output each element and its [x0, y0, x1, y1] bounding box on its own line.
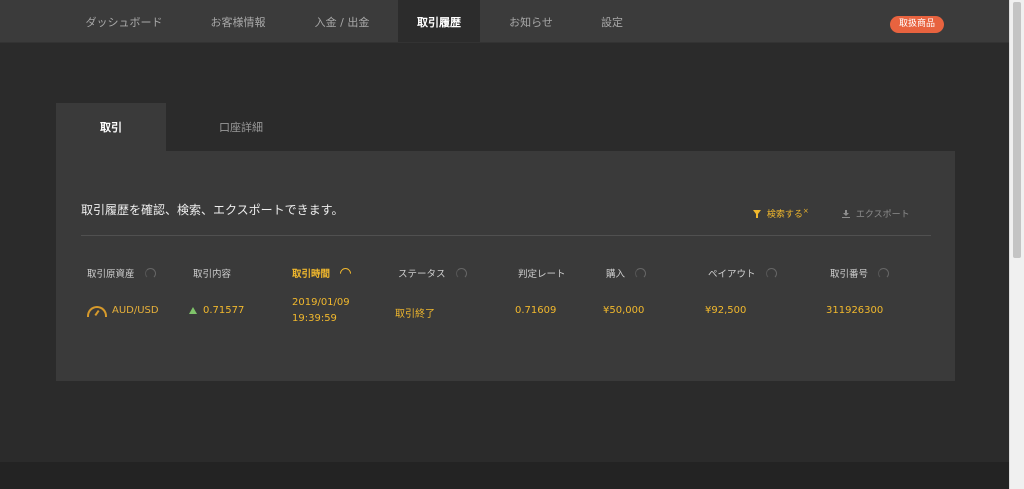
export-button[interactable]: エクスポート: [842, 207, 910, 220]
col-header-content[interactable]: 取引内容: [193, 266, 231, 280]
col-header-status[interactable]: ステータス: [398, 266, 467, 280]
search-label: 検索する: [766, 210, 803, 220]
tab-trades[interactable]: 取引: [56, 103, 166, 151]
gauge-icon: [87, 306, 107, 317]
cell-status: 取引終了: [395, 309, 435, 320]
cell-asset: AUD/USD: [112, 305, 159, 316]
nav-dashboard[interactable]: ダッシュボード: [72, 0, 176, 42]
cell-payout: ¥92,500: [705, 305, 747, 316]
panel-description: 取引履歴を確認、検索、エクスポートできます。: [81, 203, 344, 217]
cell-time-date: 2019/01/09: [292, 297, 350, 308]
footer-bar: [0, 462, 1010, 489]
nav-customer-info[interactable]: お客様情報: [196, 0, 280, 42]
export-label: エクスポート: [855, 210, 910, 220]
download-icon: [842, 210, 856, 220]
nav-notifications[interactable]: お知らせ: [496, 0, 566, 42]
cell-purchase: ¥50,000: [603, 305, 645, 316]
sort-up-icon: [337, 265, 354, 282]
products-badge-button[interactable]: 取扱商品: [890, 16, 944, 33]
search-button[interactable]: 検索する×: [753, 207, 809, 220]
up-arrow-icon: [189, 307, 197, 314]
search-clear-icon[interactable]: ×: [803, 207, 809, 215]
top-navigation: ダッシュボード お客様情報 入金 / 出金 取引履歴 お知らせ 設定 取扱商品: [0, 0, 1010, 43]
cell-trade-no: 311926300: [826, 305, 884, 316]
trade-history-panel: 取引履歴を確認、検索、エクスポートできます。 検索する× エクスポート 取引原資…: [56, 151, 955, 381]
col-header-purchase[interactable]: 購入: [606, 266, 647, 280]
sort-icon: [635, 268, 647, 279]
filter-icon: [753, 210, 767, 220]
col-header-time[interactable]: 取引時間: [292, 265, 354, 282]
scrollbar-thumb[interactable]: [1013, 2, 1021, 258]
col-header-asset[interactable]: 取引原資産: [87, 266, 156, 280]
sort-icon: [144, 268, 156, 279]
nav-deposit-withdraw[interactable]: 入金 / 出金: [300, 0, 384, 42]
cell-time-clock: 19:39:59: [292, 313, 337, 324]
vertical-scrollbar[interactable]: [1009, 0, 1024, 489]
cell-rate: 0.71609: [515, 305, 557, 316]
sort-icon: [455, 268, 467, 279]
tab-account-details[interactable]: 口座詳細: [166, 103, 316, 151]
col-header-payout[interactable]: ペイアウト: [708, 266, 777, 280]
nav-settings[interactable]: 設定: [588, 0, 636, 42]
col-header-rate[interactable]: 判定レート: [518, 266, 566, 280]
cell-content: 0.71577: [203, 305, 245, 316]
sort-icon: [765, 268, 777, 279]
divider: [81, 235, 931, 236]
nav-trade-history[interactable]: 取引履歴: [398, 0, 480, 42]
sort-icon: [878, 268, 890, 279]
col-header-trade-no[interactable]: 取引番号: [830, 266, 890, 280]
